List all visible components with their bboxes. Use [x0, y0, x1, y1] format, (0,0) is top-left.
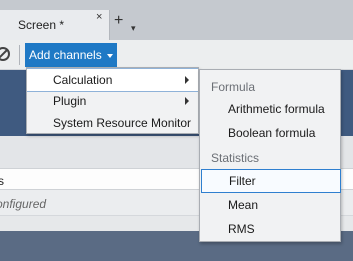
submenu-item-label: Mean: [228, 198, 259, 212]
menu-item-label: Plugin: [53, 94, 87, 108]
tab-screen-label: Screen *: [18, 18, 65, 32]
submenu-heading-statistics: Statistics: [211, 151, 260, 165]
menu-item-calculation[interactable]: Calculation: [27, 68, 198, 92]
chevron-right-icon: [185, 76, 189, 84]
add-channels-menu: Calculation Plugin System Resource Monit…: [26, 67, 199, 134]
menu-item-label: Calculation: [53, 73, 113, 87]
menu-item-label: System Resource Monitor: [53, 116, 192, 130]
chevron-down-icon[interactable]: ▾: [131, 23, 136, 34]
chevron-right-icon: [185, 97, 189, 105]
add-channels-label: Add channels: [29, 48, 102, 62]
submenu-item-boolean-formula[interactable]: Boolean formula: [201, 122, 339, 144]
submenu-heading-formula: Formula: [211, 80, 256, 94]
submenu-item-arithmetic-formula[interactable]: Arithmetic formula: [201, 98, 339, 120]
submenu-item-mean[interactable]: Mean: [201, 194, 339, 216]
submenu-item-rms[interactable]: RMS: [201, 218, 339, 240]
toolbar-separator: [19, 45, 20, 65]
add-tab-icon[interactable]: +: [114, 12, 123, 30]
submenu-item-label: Boolean formula: [228, 126, 316, 140]
close-icon[interactable]: ×: [96, 11, 102, 23]
menu-item-plugin[interactable]: Plugin: [27, 90, 198, 112]
row-status-text: onfigured: [0, 197, 47, 211]
column-header-label: s: [0, 174, 4, 188]
submenu-item-filter[interactable]: Filter: [201, 169, 341, 193]
add-channels-button[interactable]: Add channels: [25, 43, 117, 67]
chevron-down-icon: [107, 54, 113, 58]
submenu-item-label: Arithmetic formula: [228, 102, 325, 116]
calculation-submenu: Formula Arithmetic formula Boolean formu…: [199, 69, 341, 242]
submenu-item-label: Filter: [229, 174, 256, 188]
menu-item-system-resource-monitor[interactable]: System Resource Monitor: [27, 112, 198, 134]
submenu-item-label: RMS: [228, 222, 255, 236]
